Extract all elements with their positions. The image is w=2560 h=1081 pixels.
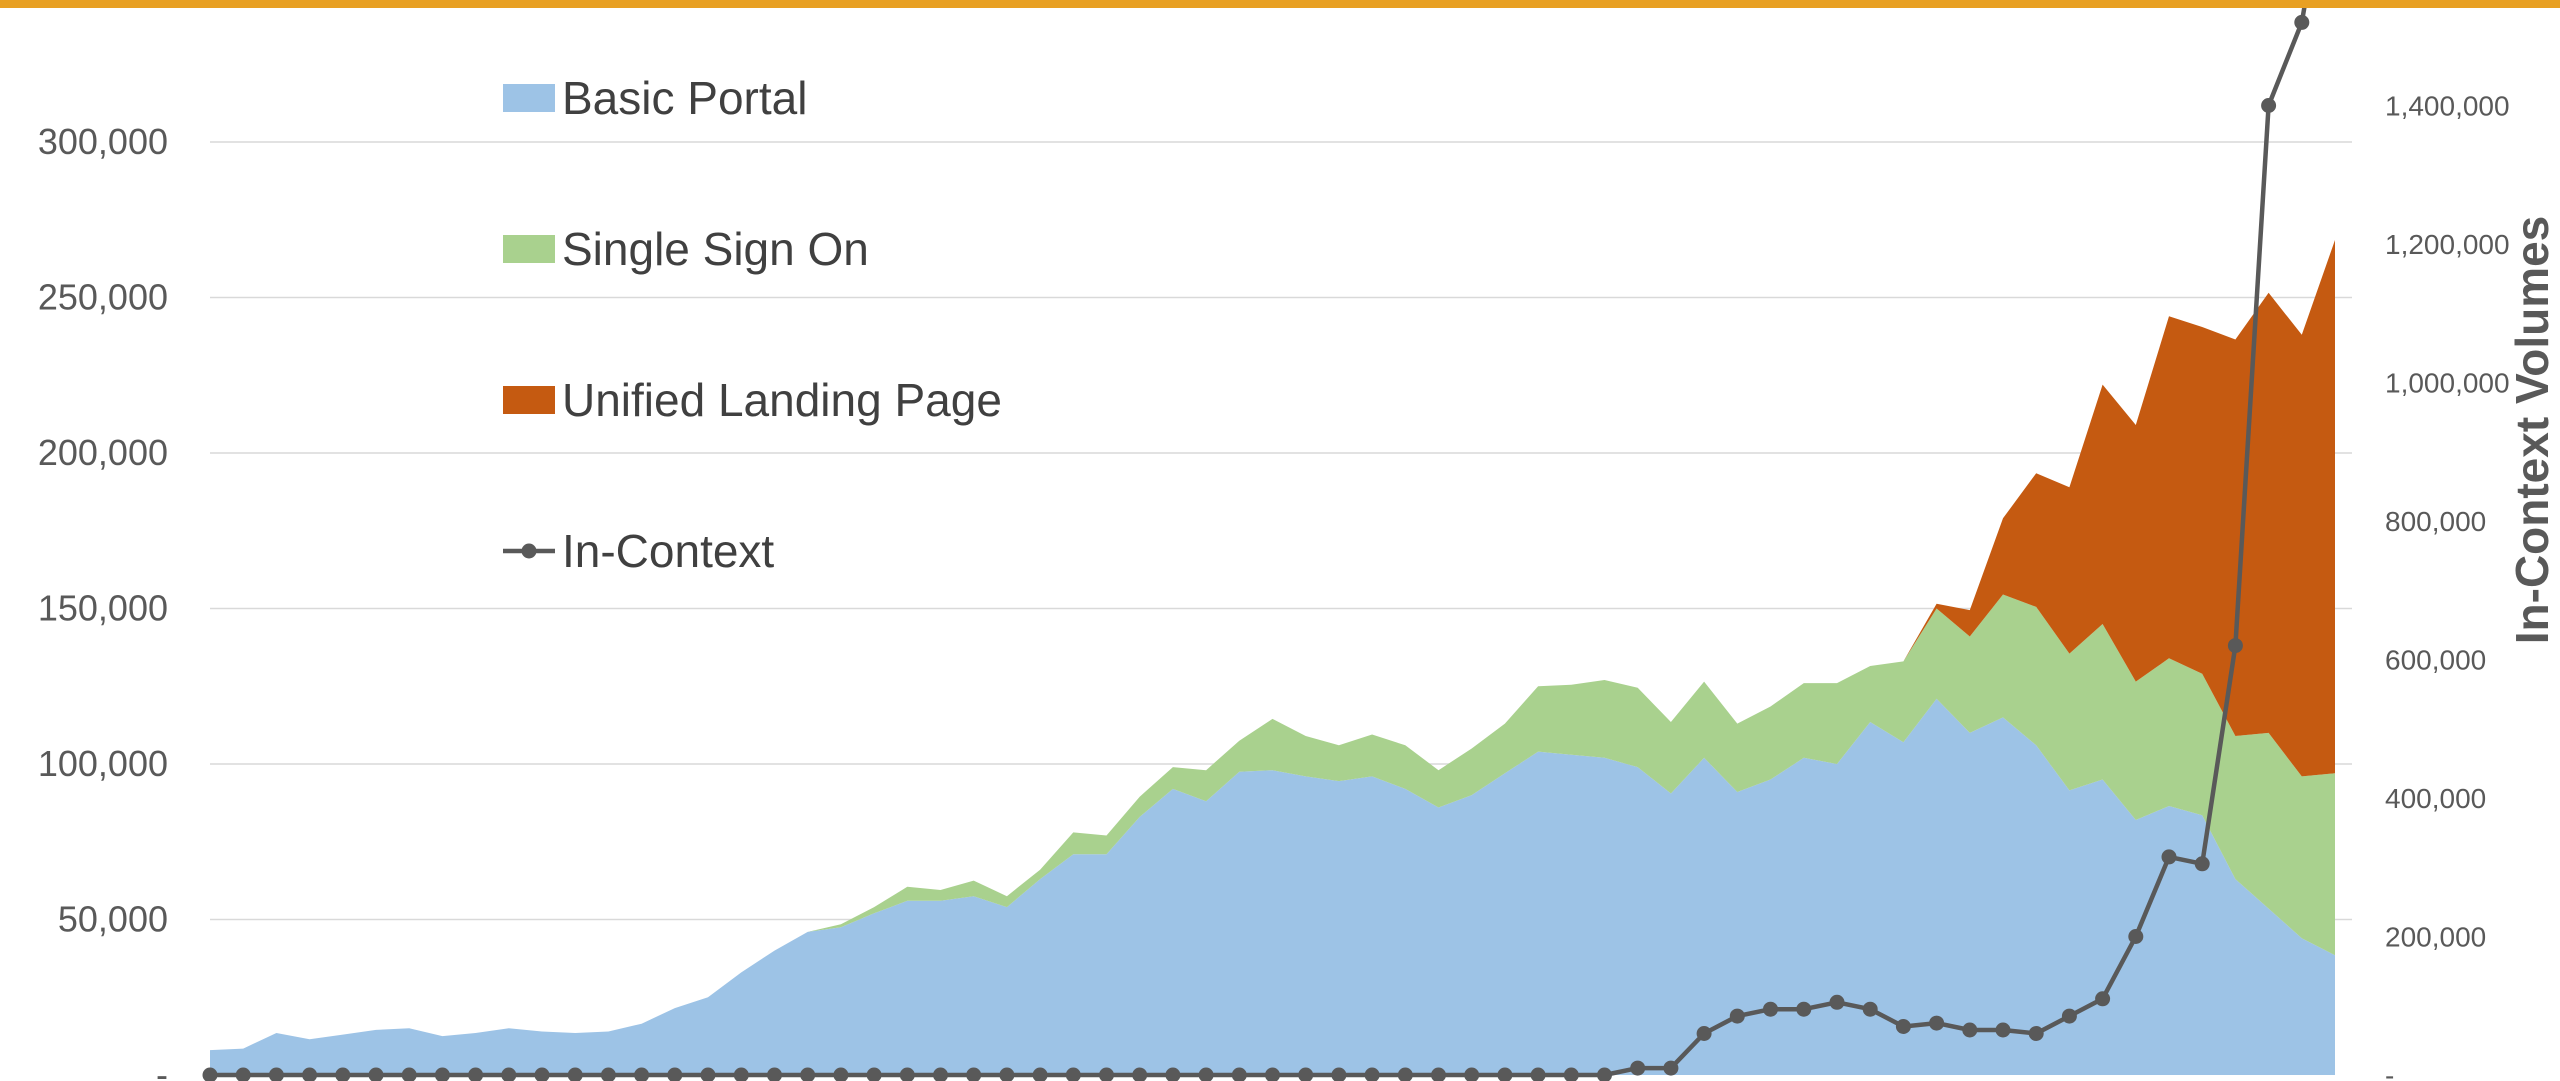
point-in-context-57 [2095, 991, 2111, 1007]
y2-tick-label-5: 1,000,000 [2385, 368, 2510, 399]
y2-tick-label-2: 400,000 [2385, 783, 2486, 814]
point-in-context-49 [1829, 994, 1845, 1010]
point-in-context-54 [1995, 1022, 2011, 1038]
legend-swatch-unified-landing-page [503, 386, 555, 414]
y-tick-label-4: 200,000 [38, 432, 168, 473]
point-in-context-63 [2294, 14, 2310, 30]
legend-label-basic-portal: Basic Portal [562, 72, 807, 124]
y2-tick-label-7: 1,400,000 [2385, 91, 2510, 122]
legend-label-in-context: In-Context [562, 525, 774, 577]
legend-swatch-basic-portal [503, 84, 555, 112]
chart: - 50,000 100,000 150,000 200,000 250,000 300,0… [0, 0, 2560, 1081]
y-tick-label-1: 50,000 [58, 899, 168, 940]
point-in-context-45 [1696, 1026, 1712, 1041]
y2-tick-label-0: - [2385, 1060, 2394, 1081]
legend-label-unified-landing-page: Unified Landing Page [562, 374, 1002, 426]
point-in-context-43 [1630, 1060, 1646, 1076]
point-in-context-44 [1663, 1060, 1679, 1076]
point-in-context-48 [1796, 1001, 1812, 1017]
legend-swatch-single-sign-on [503, 235, 555, 263]
y2-tick-label-6: 1,200,000 [2385, 229, 2510, 260]
point-in-context-46 [1729, 1008, 1745, 1024]
point-in-context-55 [2028, 1026, 2044, 1041]
point-in-context-51 [1895, 1019, 1911, 1034]
top-border-bar [0, 0, 2560, 8]
y-tick-label-5: 250,000 [38, 277, 168, 318]
point-in-context-50 [1862, 1001, 1878, 1017]
point-in-context-61 [2227, 638, 2243, 654]
y2-tick-label-3: 600,000 [2385, 645, 2486, 676]
point-in-context-53 [1962, 1022, 1978, 1038]
point-in-context-62 [2261, 98, 2277, 113]
legend-label-single-sign-on: Single Sign On [562, 223, 869, 275]
y-tick-label-3: 150,000 [38, 588, 168, 629]
point-in-context-52 [1929, 1015, 1945, 1031]
y2-tick-label-4: 800,000 [2385, 506, 2486, 537]
y2-tick-label-1: 200,000 [2385, 922, 2486, 953]
y-tick-label-2: 100,000 [38, 743, 168, 784]
y-tick-label-0: - [156, 1054, 168, 1081]
point-in-context-60 [2194, 856, 2210, 872]
right-axis-title: In-Context Volumes [2506, 216, 2558, 645]
legend-swatch-marker-in-context [521, 543, 537, 559]
point-in-context-58 [2128, 929, 2144, 944]
point-in-context-59 [2161, 849, 2177, 865]
point-in-context-47 [1763, 1001, 1778, 1017]
point-in-context-56 [2061, 1008, 2077, 1024]
y-tick-label-6: 300,000 [38, 121, 168, 162]
